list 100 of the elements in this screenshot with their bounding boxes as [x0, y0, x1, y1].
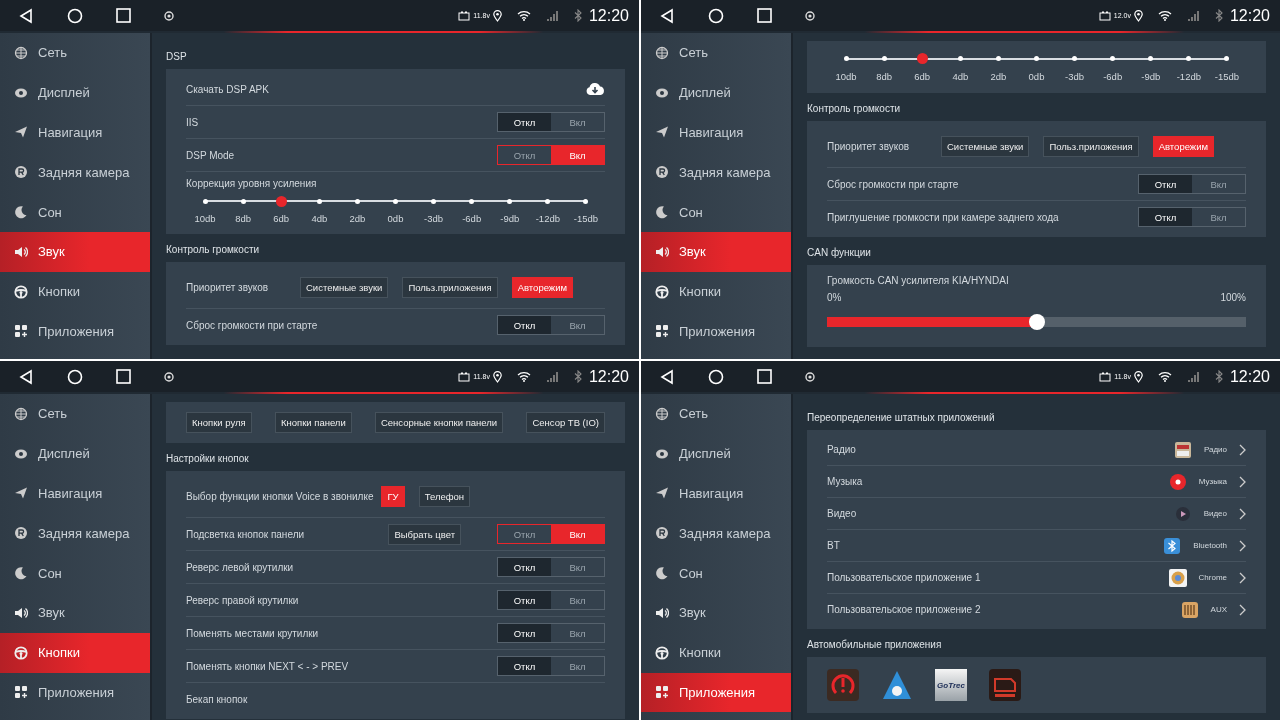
on-segment[interactable]: Вкл	[551, 146, 604, 164]
slider-stop[interactable]	[202, 198, 208, 204]
on-segment[interactable]: Вкл	[551, 624, 604, 642]
toggle-switch[interactable]: Откл Вкл	[497, 524, 605, 544]
sidebar-item[interactable]: Навигация	[0, 112, 150, 153]
off-segment[interactable]: Откл	[498, 525, 551, 543]
slider-stop[interactable]	[957, 56, 963, 61]
slider-stop[interactable]	[354, 198, 360, 204]
on-segment[interactable]: Вкл	[1192, 208, 1245, 226]
sidebar-item[interactable]: Задняя камера	[641, 152, 791, 193]
toggle-switch[interactable]: Откл Вкл	[1138, 174, 1246, 194]
back-icon[interactable]	[18, 368, 34, 385]
setting-label[interactable]: Музыка	[827, 476, 863, 487]
slider-stop[interactable]	[1224, 56, 1230, 61]
recents-icon[interactable]	[757, 369, 772, 384]
cloud-download-icon[interactable]	[585, 82, 605, 96]
slider-stop[interactable]	[1148, 56, 1154, 61]
slider-stop[interactable]	[1034, 56, 1039, 61]
slider-stop[interactable]	[469, 198, 475, 204]
setting-label[interactable]: Скачать DSP APK	[186, 83, 269, 95]
navigation-app-icon[interactable]	[881, 669, 913, 701]
slider-stop[interactable]	[507, 198, 513, 204]
chevron-icon[interactable]	[1239, 443, 1246, 456]
on-segment[interactable]: Вкл	[551, 657, 604, 675]
on-segment[interactable]: Вкл	[551, 591, 604, 609]
slider-stop[interactable]	[431, 198, 437, 204]
sidebar-item[interactable]: Звук	[0, 232, 150, 272]
on-segment[interactable]: Вкл	[551, 525, 604, 543]
home-icon[interactable]	[67, 7, 83, 24]
sidebar-item[interactable]: Сеть	[641, 33, 791, 73]
toggle-switch[interactable]: Откл Вкл	[497, 656, 605, 676]
sidebar-item[interactable]: Дисплей	[641, 433, 791, 474]
on-segment[interactable]: Вкл	[551, 113, 604, 131]
sidebar-item[interactable]: Задняя камера	[641, 513, 791, 554]
setting-label[interactable]: Пользовательское приложение 1	[827, 572, 981, 583]
sidebar-item[interactable]: Кнопки	[641, 632, 791, 673]
sidebar-item[interactable]: Приложения	[641, 672, 791, 713]
option-button[interactable]: Польз.приложения	[402, 276, 498, 298]
off-segment[interactable]: Откл	[1139, 208, 1192, 226]
slider-stop[interactable]	[275, 195, 287, 207]
off-segment[interactable]: Откл	[498, 146, 551, 164]
toggle-switch[interactable]: Откл Вкл	[497, 112, 605, 132]
recents-icon[interactable]	[757, 8, 772, 23]
off-segment[interactable]: Откл	[498, 624, 551, 642]
sidebar-item[interactable]: Приложения	[0, 672, 150, 713]
category-button[interactable]: Кнопки панели	[274, 412, 352, 433]
chevron-icon[interactable]	[1239, 571, 1246, 584]
slider-stop[interactable]	[881, 56, 887, 61]
sidebar-item[interactable]: Дисплей	[0, 433, 150, 474]
on-segment[interactable]: Вкл	[1192, 175, 1245, 193]
chevron-icon[interactable]	[1239, 475, 1246, 488]
sidebar-item[interactable]: Сон	[641, 192, 791, 232]
option-button[interactable]: Авторежим	[1152, 135, 1215, 157]
slider-stop[interactable]	[393, 198, 398, 204]
slider-track[interactable]	[827, 317, 1246, 327]
sidebar-item[interactable]: Навигация	[0, 473, 150, 514]
home-icon[interactable]	[708, 368, 724, 385]
back-icon[interactable]	[659, 7, 675, 24]
slider-stop[interactable]	[1186, 56, 1192, 61]
sidebar-item[interactable]: Сеть	[641, 394, 791, 434]
toggle-switch[interactable]: Откл Вкл	[497, 145, 605, 165]
setting-label[interactable]: BT	[827, 540, 840, 551]
sidebar-item[interactable]: Задняя камера	[0, 513, 150, 554]
option-button[interactable]: ГУ	[381, 485, 405, 507]
sidebar-item[interactable]: Сон	[0, 192, 150, 232]
sidebar-item[interactable]: Кнопки	[0, 271, 150, 312]
off-segment[interactable]: Откл	[498, 316, 551, 334]
slider-stop[interactable]	[240, 198, 246, 204]
slider-stop[interactable]	[1110, 56, 1116, 61]
slider-stop[interactable]	[545, 198, 551, 204]
sidebar-item[interactable]: Навигация	[641, 112, 791, 153]
sidebar-item[interactable]: Приложения	[0, 311, 150, 352]
sidebar-item[interactable]: Сеть	[0, 394, 150, 434]
home-icon[interactable]	[67, 368, 83, 385]
category-button[interactable]: Сенсорные кнопки панели	[374, 412, 504, 433]
sidebar-item[interactable]: Звук	[641, 232, 791, 272]
on-segment[interactable]: Вкл	[551, 316, 604, 334]
sidebar-item[interactable]: Дисплей	[641, 72, 791, 113]
on-segment[interactable]: Вкл	[551, 558, 604, 576]
slider-stop[interactable]	[843, 56, 849, 61]
sidebar-item[interactable]: Сон	[641, 553, 791, 593]
slider-thumb[interactable]	[1028, 314, 1045, 330]
sidebar-item[interactable]: Звук	[0, 593, 150, 633]
category-button[interactable]: Сенсор ТВ (IO)	[526, 412, 605, 433]
option-button[interactable]: Системные звуки	[300, 276, 389, 298]
back-icon[interactable]	[659, 368, 675, 385]
sidebar-item[interactable]: Кнопки	[641, 271, 791, 312]
option-button[interactable]: Авторежим	[511, 276, 574, 298]
sidebar-item[interactable]: Звук	[641, 593, 791, 633]
sidebar-item[interactable]: Дисплей	[0, 72, 150, 113]
option-button[interactable]: Польз.приложения	[1043, 135, 1139, 157]
toggle-switch[interactable]: Откл Вкл	[497, 623, 605, 643]
toggle-switch[interactable]: Откл Вкл	[497, 590, 605, 610]
off-segment[interactable]: Откл	[498, 558, 551, 576]
off-segment[interactable]: Откл	[498, 113, 551, 131]
chevron-icon[interactable]	[1239, 539, 1246, 552]
home-icon[interactable]	[708, 7, 724, 24]
off-segment[interactable]: Откл	[498, 591, 551, 609]
sidebar-item[interactable]: Сеть	[0, 33, 150, 73]
option-button[interactable]: Телефон	[418, 485, 471, 507]
